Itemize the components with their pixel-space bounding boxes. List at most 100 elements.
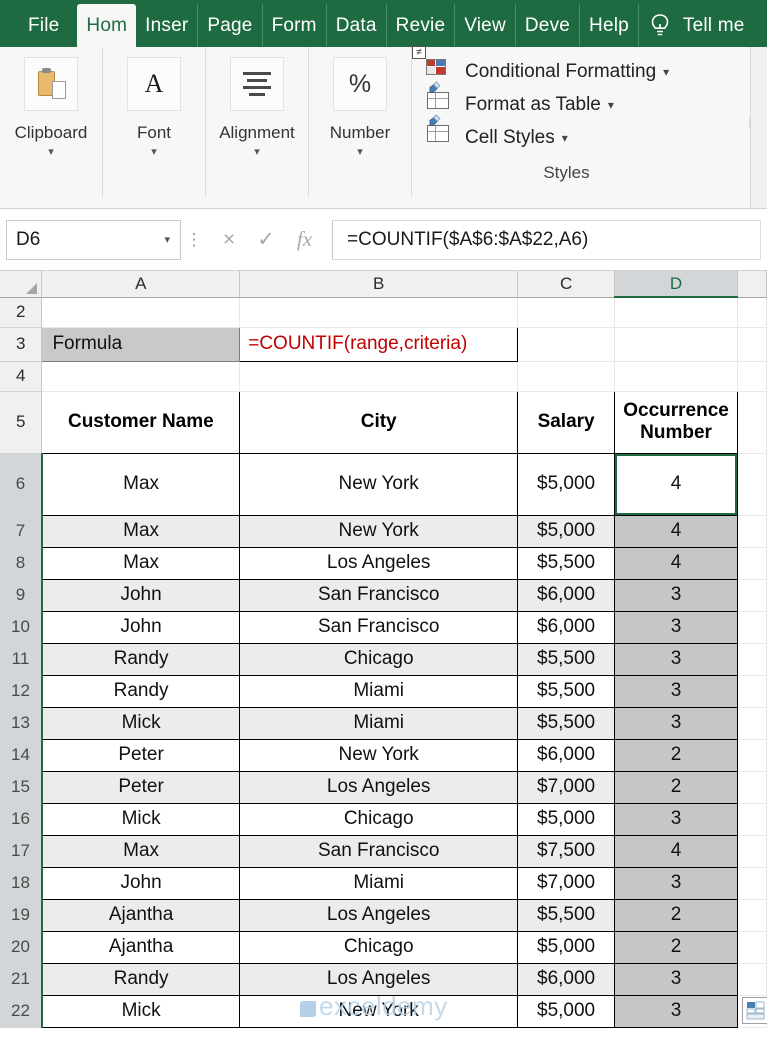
cell-occurrence-14[interactable]: 2 (614, 739, 739, 772)
cell-customer-name-6[interactable]: Max (41, 453, 241, 516)
cell-customer-name-21[interactable]: Randy (41, 963, 241, 996)
tab-help[interactable]: Help (580, 4, 639, 47)
cell-e12[interactable] (737, 675, 767, 708)
cell-e20[interactable] (737, 931, 767, 964)
cell-occurrence-8[interactable]: 4 (614, 547, 739, 580)
row-header-3[interactable]: 3 (0, 327, 43, 362)
cell-e18[interactable] (737, 867, 767, 900)
cell-occurrence-6[interactable]: 4 (614, 453, 739, 516)
row-header-18[interactable]: 18 (0, 867, 43, 900)
row-header-16[interactable]: 16 (0, 803, 43, 836)
row-header-9[interactable]: 9 (0, 579, 43, 612)
row-header-13[interactable]: 13 (0, 707, 43, 740)
row-header-4[interactable]: 4 (0, 361, 43, 392)
enter-icon[interactable]: ✓ (257, 227, 275, 252)
tab-file[interactable]: File (8, 4, 77, 47)
cell-salary-17[interactable]: $7,500 (517, 835, 616, 868)
cell-salary-21[interactable]: $6,000 (517, 963, 616, 996)
cell-e8[interactable] (737, 547, 767, 580)
tab-review[interactable]: Revie (387, 4, 456, 47)
cell-salary-7[interactable]: $5,000 (517, 515, 616, 548)
cell-e3[interactable] (737, 327, 767, 362)
row-header-5[interactable]: 5 (0, 391, 43, 454)
cell-city-9[interactable]: San Francisco (239, 579, 519, 612)
cell-customer-name-10[interactable]: John (41, 611, 241, 644)
cell-customer-name-12[interactable]: Randy (41, 675, 241, 708)
column-header-e[interactable] (737, 271, 767, 298)
clipboard-button[interactable] (24, 57, 78, 111)
cell-city-13[interactable]: Miami (239, 707, 519, 740)
ribbon-group-number[interactable]: % Number ▾ (309, 47, 412, 197)
number-button[interactable]: % (333, 57, 387, 111)
cell-occurrence-15[interactable]: 2 (614, 771, 739, 804)
font-button[interactable]: A (127, 57, 181, 111)
ribbon-group-clipboard[interactable]: Clipboard ▾ (0, 47, 103, 197)
tab-view[interactable]: View (455, 4, 516, 47)
cell-customer-name-9[interactable]: John (41, 579, 241, 612)
cell-a3-formula-label[interactable]: Formula (41, 326, 241, 362)
select-all-corner[interactable] (0, 271, 43, 298)
cell-occurrence-18[interactable]: 3 (614, 867, 739, 900)
cell-salary-20[interactable]: $5,000 (517, 931, 616, 964)
cell-d4[interactable] (614, 361, 739, 392)
cell-e21[interactable] (737, 963, 767, 996)
column-header-b[interactable]: B (239, 271, 519, 298)
cell-occurrence-17[interactable]: 4 (614, 835, 739, 868)
cell-d3[interactable] (614, 327, 739, 362)
cell-city-6[interactable]: New York (239, 453, 519, 516)
cell-e10[interactable] (737, 611, 767, 644)
cell-customer-name-11[interactable]: Randy (41, 643, 241, 676)
cell-c2[interactable] (517, 297, 616, 328)
cell-customer-name-16[interactable]: Mick (41, 803, 241, 836)
row-header-21[interactable]: 21 (0, 963, 43, 996)
cell-salary-11[interactable]: $5,500 (517, 643, 616, 676)
cell-city-11[interactable]: Chicago (239, 643, 519, 676)
cell-salary-13[interactable]: $5,500 (517, 707, 616, 740)
row-header-22[interactable]: 22 (0, 995, 43, 1028)
row-header-20[interactable]: 20 (0, 931, 43, 964)
cell-e19[interactable] (737, 899, 767, 932)
cell-e13[interactable] (737, 707, 767, 740)
cell-e17[interactable] (737, 835, 767, 868)
cell-city-14[interactable]: New York (239, 739, 519, 772)
tab-data[interactable]: Data (327, 4, 387, 47)
cell-city-8[interactable]: Los Angeles (239, 547, 519, 580)
cell-e7[interactable] (737, 515, 767, 548)
row-header-2[interactable]: 2 (0, 297, 43, 328)
cell-salary-12[interactable]: $5,500 (517, 675, 616, 708)
cell-city-15[interactable]: Los Angeles (239, 771, 519, 804)
cell-e9[interactable] (737, 579, 767, 612)
cell-occurrence-10[interactable]: 3 (614, 611, 739, 644)
row-header-17[interactable]: 17 (0, 835, 43, 868)
cell-city-16[interactable]: Chicago (239, 803, 519, 836)
cell-e5[interactable] (737, 391, 767, 454)
cell-salary-6[interactable]: $5,000 (517, 453, 616, 516)
cell-occurrence-22[interactable]: 3 (614, 995, 739, 1028)
column-header-d[interactable]: D (614, 271, 739, 298)
cell-customer-name-8[interactable]: Max (41, 547, 241, 580)
column-header-c[interactable]: C (517, 271, 616, 298)
ribbon-group-font[interactable]: A Font ▾ (103, 47, 206, 197)
row-header-19[interactable]: 19 (0, 899, 43, 932)
cell-customer-name-18[interactable]: John (41, 867, 241, 900)
ribbon-group-alignment[interactable]: Alignment ▾ (206, 47, 309, 197)
cell-customer-name-7[interactable]: Max (41, 515, 241, 548)
cell-a2[interactable] (41, 297, 241, 328)
cell-occurrence-16[interactable]: 3 (614, 803, 739, 836)
chevron-down-icon[interactable]: ▾ (608, 98, 614, 112)
cell-city-19[interactable]: Los Angeles (239, 899, 519, 932)
row-header-10[interactable]: 10 (0, 611, 43, 644)
cell-salary-9[interactable]: $6,000 (517, 579, 616, 612)
cell-e4[interactable] (737, 361, 767, 392)
cell-e16[interactable] (737, 803, 767, 836)
cell-c3[interactable] (517, 327, 616, 362)
cell-salary-22[interactable]: $5,000 (517, 995, 616, 1028)
tab-page-layout[interactable]: Page (198, 4, 263, 47)
cell-b2[interactable] (239, 297, 519, 328)
conditional-formatting-button[interactable]: ≠ Conditional Formatting ▾ (412, 46, 767, 88)
cell-occurrence-20[interactable]: 2 (614, 931, 739, 964)
column-header-a[interactable]: A (41, 271, 241, 298)
chevron-down-icon[interactable]: ▾ (357, 147, 363, 158)
cell-a4[interactable] (41, 361, 241, 392)
cell-b3-formula-value[interactable]: =COUNTIF(range,criteria) (239, 326, 519, 362)
